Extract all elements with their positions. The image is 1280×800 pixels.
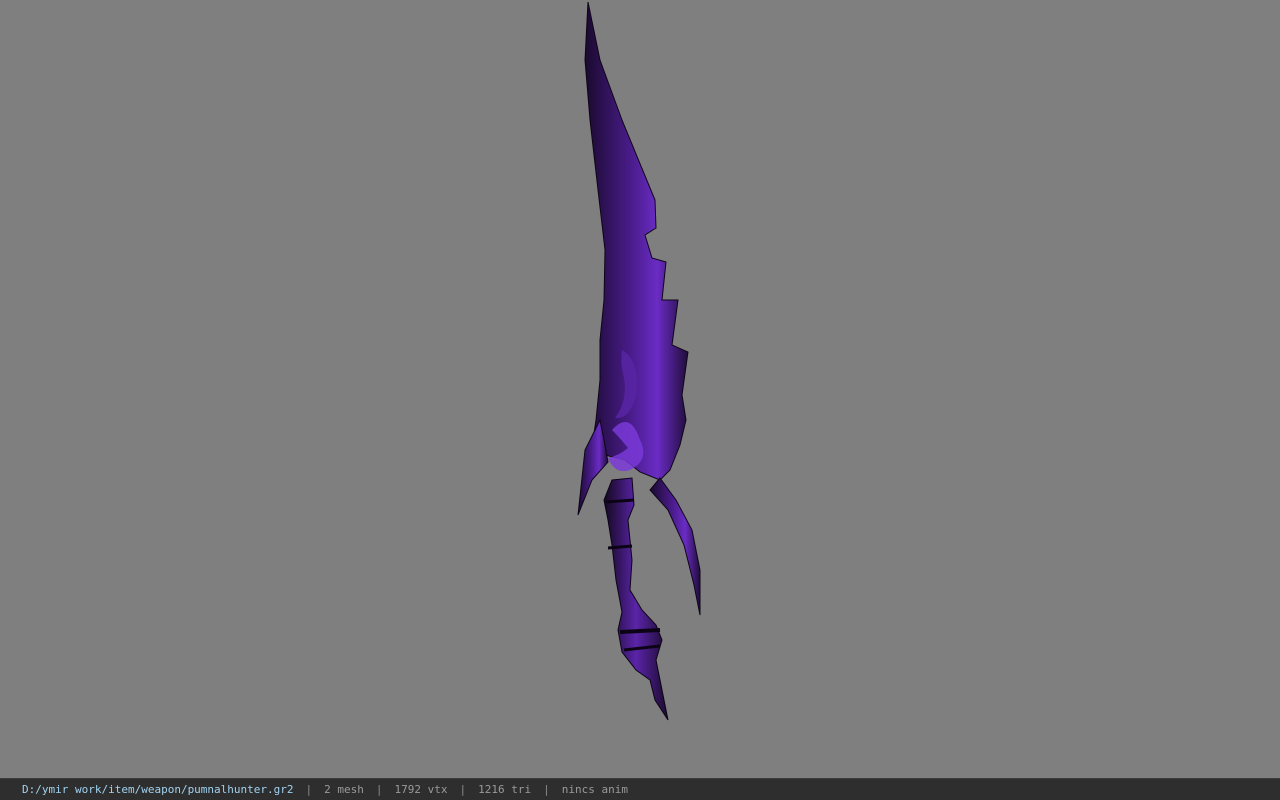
status-separator: | [375,783,383,796]
grip-band [607,544,633,550]
grip-band [605,498,635,504]
status-separator: | [543,783,550,796]
mesh-count: 2 mesh [324,783,364,796]
grip-band [619,628,661,634]
animation-status: nincs anim [561,783,628,796]
status-bar: D:/ymir work/item/weapon/pumnalhunter.gr… [0,778,1280,800]
vertex-count: 1792 vtx [394,783,448,796]
status-separator: | [305,783,313,796]
triangle-count: 1216 tri [478,783,532,796]
file-path: D:/ymir work/item/weapon/pumnalhunter.gr… [22,783,294,796]
blade [584,1,689,481]
grip [603,477,669,721]
weapon-model [577,1,701,721]
right-guard-spike [649,477,701,616]
status-separator: | [459,783,467,796]
3d-viewport[interactable] [0,0,1280,778]
